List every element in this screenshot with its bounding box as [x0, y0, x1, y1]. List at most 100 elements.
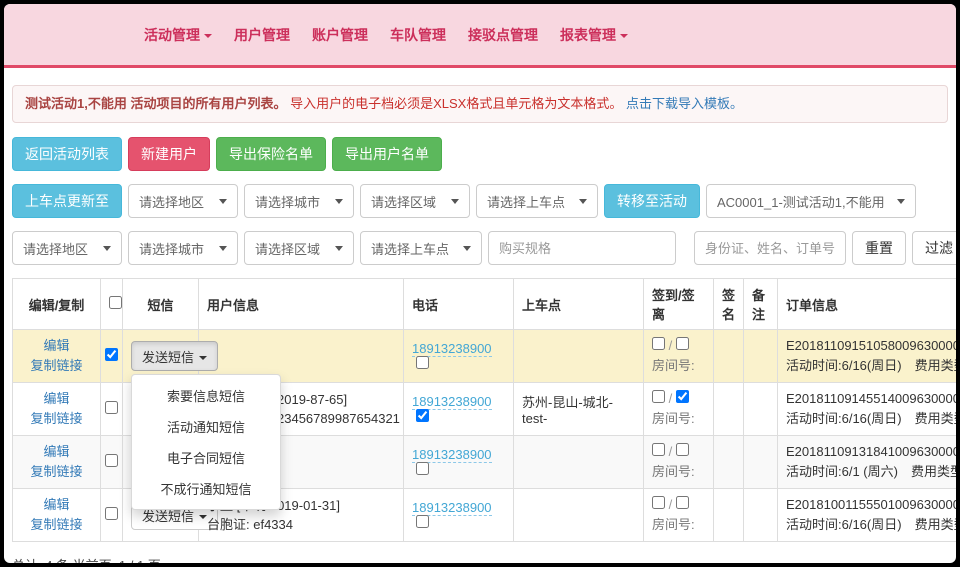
export-insurance-list-button[interactable]: 导出保险名单: [216, 137, 326, 171]
nav-account-management[interactable]: 账户管理: [312, 25, 368, 45]
nav-pickup-point-management[interactable]: 接驳点管理: [468, 25, 538, 45]
area-select[interactable]: 请选择区域: [360, 184, 470, 218]
pagination-summary: 总计: 4 条,当前页: 1 / 1 页: [12, 555, 948, 563]
user-table: 编辑/复制 短信 用户信息 电话 上车点 签到/签离 签名 备注 订单信息 编辑…: [12, 278, 956, 542]
phone-link[interactable]: 18913238900: [412, 394, 492, 410]
chevron-down-icon: [199, 356, 207, 360]
checkin-cell: / 房间号:: [644, 330, 714, 383]
chevron-down-icon: [335, 199, 343, 204]
pickup-cell: 苏州-昆山-城北-test-: [514, 383, 644, 436]
row-checkbox[interactable]: [105, 454, 118, 467]
sms-menu-item-activity-notice[interactable]: 活动通知短信: [132, 411, 280, 442]
select-all-checkbox[interactable]: [109, 296, 122, 309]
checkout-checkbox[interactable]: [676, 443, 689, 456]
signature-cell: [714, 489, 744, 542]
chevron-down-icon: [335, 246, 343, 251]
area-filter-select[interactable]: 请选择区域: [244, 231, 354, 265]
signature-cell: [714, 383, 744, 436]
phone-link[interactable]: 18913238900: [412, 500, 492, 516]
phone-checkbox[interactable]: [416, 356, 429, 369]
edit-link[interactable]: 编辑: [21, 389, 92, 409]
pickup-point-select[interactable]: 请选择上车点: [476, 184, 598, 218]
reset-button[interactable]: 重置: [852, 231, 906, 265]
target-activity-select[interactable]: AC0001_1-测试活动1,不能用: [706, 184, 916, 218]
city-select[interactable]: 请选择城市: [244, 184, 354, 218]
chevron-down-icon: [897, 199, 905, 204]
nav-fleet-management[interactable]: 车队管理: [390, 25, 446, 45]
transfer-to-activity-button[interactable]: 转移至活动: [604, 184, 700, 218]
checkin-checkbox[interactable]: [652, 443, 665, 456]
search-keyword-input[interactable]: [694, 231, 846, 265]
note-cell: [744, 383, 778, 436]
edit-link[interactable]: 编辑: [21, 495, 92, 515]
row-checkbox[interactable]: [105, 348, 118, 361]
edit-link[interactable]: 编辑: [21, 442, 92, 462]
pickup-filter-select[interactable]: 请选择上车点: [360, 231, 482, 265]
chevron-down-icon: [204, 34, 212, 38]
chevron-down-icon: [463, 246, 471, 251]
phone-cell: 18913238900: [404, 383, 514, 436]
checkout-checkbox[interactable]: [676, 337, 689, 350]
phone-checkbox[interactable]: [416, 462, 429, 475]
edit-link[interactable]: 编辑: [21, 336, 92, 356]
export-user-list-button[interactable]: 导出用户名单: [332, 137, 442, 171]
order-info-cell: E2018110914551400963000019活动时间:6/16(周日) …: [778, 383, 957, 436]
copy-link[interactable]: 复制链接: [21, 515, 92, 535]
update-pickup-button[interactable]: 上车点更新至: [12, 184, 122, 218]
row-checkbox[interactable]: [105, 401, 118, 414]
chevron-down-icon: [579, 199, 587, 204]
note-cell: [744, 489, 778, 542]
copy-link[interactable]: 复制链接: [21, 356, 92, 376]
copy-link[interactable]: 复制链接: [21, 409, 92, 429]
chevron-down-icon: [620, 34, 628, 38]
phone-link[interactable]: 18913238900: [412, 341, 492, 357]
pickup-cell: [514, 436, 644, 489]
region-filter-select[interactable]: 请选择地区: [12, 231, 122, 265]
new-user-button[interactable]: 新建用户: [128, 137, 210, 171]
nav-user-management[interactable]: 用户管理: [234, 25, 290, 45]
phone-link[interactable]: 18913238900: [412, 447, 492, 463]
purchase-spec-input[interactable]: [488, 231, 676, 265]
chevron-down-icon: [451, 199, 459, 204]
order-info-cell: E2018100115550100963000003活动时间:6/16(周日) …: [778, 489, 957, 542]
action-button-row: 返回活动列表 新建用户 导出保险名单 导出用户名单: [12, 137, 948, 171]
back-to-activity-list-button[interactable]: 返回活动列表: [12, 137, 122, 171]
sms-menu-item-request-info[interactable]: 索要信息短信: [132, 380, 280, 411]
filter-button[interactable]: 过滤: [912, 231, 956, 265]
header-phone: 电话: [404, 279, 514, 330]
chevron-down-icon: [103, 246, 111, 251]
user-table-wrap: 编辑/复制 短信 用户信息 电话 上车点 签到/签离 签名 备注 订单信息 编辑…: [12, 278, 948, 542]
checkin-checkbox[interactable]: [652, 337, 665, 350]
city-filter-select[interactable]: 请选择城市: [128, 231, 238, 265]
phone-checkbox[interactable]: [416, 515, 429, 528]
order-info-cell: E2018110913184100963000031活动时间:6/1 (周六) …: [778, 436, 957, 489]
order-info-cell: E2018110915105800963000025活动时间:6/16(周日) …: [778, 330, 957, 383]
room-number-label: 房间号:: [652, 411, 695, 426]
checkout-checkbox[interactable]: [676, 496, 689, 509]
pickup-update-row: 上车点更新至 请选择地区 请选择城市 请选择区域 请选择上车点 转移至活动 AC…: [12, 184, 948, 218]
header-checkin: 签到/签离: [644, 279, 714, 330]
header-user-info: 用户信息: [199, 279, 404, 330]
phone-checkbox[interactable]: [416, 409, 429, 422]
checkin-checkbox[interactable]: [652, 390, 665, 403]
nav-activity-management[interactable]: 活动管理: [144, 25, 212, 45]
region-select[interactable]: 请选择地区: [128, 184, 238, 218]
chevron-down-icon: [199, 515, 207, 519]
header-select-all[interactable]: [101, 279, 123, 330]
row-checkbox[interactable]: [105, 507, 118, 520]
phone-cell: 18913238900: [404, 489, 514, 542]
checkout-checkbox[interactable]: [676, 390, 689, 403]
header-edit-copy: 编辑/复制: [13, 279, 101, 330]
table-row: 编辑复制链接 发送短信 索要信息短信 活动通知短信 电子合同短信 不成行通知短信: [13, 330, 957, 383]
pickup-cell: [514, 489, 644, 542]
send-sms-button[interactable]: 发送短信: [131, 341, 218, 371]
header-pickup: 上车点: [514, 279, 644, 330]
nav-report-management[interactable]: 报表管理: [560, 25, 628, 45]
copy-link[interactable]: 复制链接: [21, 462, 92, 482]
download-template-link[interactable]: 点击下载导入模板。: [626, 96, 743, 111]
header-order-info: 订单信息: [778, 279, 957, 330]
checkin-checkbox[interactable]: [652, 496, 665, 509]
sms-menu-item-e-contract[interactable]: 电子合同短信: [132, 442, 280, 473]
sms-menu-item-cancel-notice[interactable]: 不成行通知短信: [132, 473, 280, 504]
page: 活动管理 用户管理 账户管理 车队管理 接驳点管理 报表管理 测试活动1,不能用…: [4, 4, 956, 563]
